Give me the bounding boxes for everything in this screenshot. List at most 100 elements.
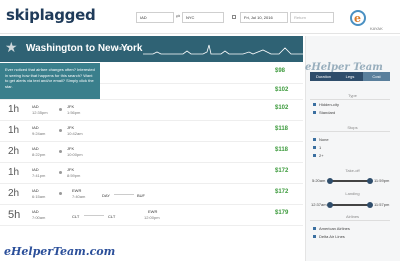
flight-duration: 2h (8, 146, 20, 157)
flight-row[interactable]: 2h IAD 6:15am EWR 7:40am DAY BUF $172 (0, 184, 303, 205)
flight-price[interactable]: $172 (275, 189, 288, 195)
provider-label: KAYAK (370, 26, 383, 31)
stops-one-label: 1 (319, 145, 322, 150)
arrival-time: 1:56pm (67, 110, 81, 115)
stops-none-checkbox[interactable] (313, 138, 316, 141)
route-dot-icon (59, 171, 62, 174)
tab-duration[interactable]: Duration (310, 72, 337, 81)
departure-time: 7:00am (32, 215, 46, 220)
tab-cost[interactable]: Cost (363, 72, 390, 81)
tab-legs[interactable]: Legs (337, 72, 363, 81)
flight-row[interactable]: 5h IAD 7:00am CLT CLT EWR 12:00pm $179 (0, 205, 303, 226)
flight-duration: 2h (8, 188, 20, 199)
route-dot-icon (59, 192, 62, 195)
layover-airport: CLT (108, 214, 116, 219)
stops-two-plus-label: 2+ (319, 153, 324, 158)
sort-tabs: Duration Legs Cost (310, 72, 390, 81)
departure-airport: IAD (32, 167, 39, 172)
flight-price[interactable]: $98 (275, 68, 285, 74)
stops-one-checkbox[interactable] (313, 146, 316, 149)
flight-duration: 1h (8, 125, 20, 136)
departure-airport: IAD (32, 146, 39, 151)
route-dot-icon (59, 108, 62, 111)
flight-price[interactable]: $102 (275, 105, 288, 111)
takeoff-max-handle[interactable] (367, 178, 373, 184)
flight-row[interactable]: 2h IAD 8:22pm JFK 10:00pm $118 (0, 142, 303, 163)
delta-label: Delta Air Lines (319, 234, 345, 239)
return-date-input[interactable]: Return (290, 12, 334, 23)
takeoff-slider[interactable] (328, 180, 371, 182)
arrival-time: 10:42am (67, 131, 83, 136)
brand-logo-icon: e (348, 9, 368, 27)
landing-section-label: Landing (345, 191, 360, 196)
delta-checkbox[interactable] (313, 235, 316, 238)
american-airlines-label: American Airlines (319, 226, 350, 231)
layover-line (84, 215, 104, 216)
takeoff-min-handle[interactable] (327, 178, 333, 184)
departure-airport: IAD (32, 209, 39, 214)
flight-price[interactable]: $172 (275, 168, 288, 174)
swap-icon[interactable]: ⇄ (175, 13, 181, 22)
arrival-airport: EWR (148, 209, 158, 214)
route-dot-icon (59, 129, 62, 132)
standard-checkbox[interactable] (313, 111, 316, 114)
airlines-section-label: Airlines (345, 214, 360, 219)
depart-date-input[interactable]: Fri, Jul 10, 2016 (240, 12, 288, 23)
arrival-time: 7:40am (72, 194, 86, 199)
arrival-airport: JFK (67, 167, 75, 172)
type-section-label: Type (348, 93, 357, 98)
divider (310, 220, 390, 221)
stops-none-label: None (319, 137, 329, 142)
landing-max-handle[interactable] (367, 202, 373, 208)
arrival-airport: JFK (67, 125, 75, 130)
flight-price[interactable]: $179 (275, 210, 288, 216)
landing-min-handle[interactable] (327, 202, 333, 208)
flight-duration: 5h (8, 209, 21, 221)
american-airlines-checkbox[interactable] (313, 227, 316, 230)
flight-duration: 1h (8, 104, 20, 115)
hidden-city-checkbox[interactable] (313, 103, 316, 106)
takeoff-min-value: 5:20am (312, 178, 326, 183)
layover-airport: CLT (72, 214, 80, 219)
destination-input[interactable]: NYC (182, 12, 224, 23)
route-dot-icon (59, 150, 62, 153)
arrival-time: 8:59pm (67, 173, 81, 178)
arrival-time: 10:00pm (67, 152, 83, 157)
landing-max-value: 11:57pm (374, 202, 390, 207)
watermark-top: eHelper Team (305, 62, 383, 73)
flight-price[interactable]: $118 (275, 126, 288, 132)
svg-text:e: e (354, 12, 361, 25)
layover-line (114, 194, 134, 195)
route-date: Jul 10 (116, 46, 130, 52)
star-icon[interactable]: ★ (5, 39, 18, 56)
flight-row[interactable]: 1h IAD 12:35pm JFK 1:56pm $102 (0, 100, 303, 121)
departure-time: 6:15am (32, 194, 46, 199)
departure-time: 9:24am (32, 131, 46, 136)
hidden-city-label: Hidden-city (319, 102, 340, 107)
flight-price[interactable]: $118 (275, 147, 288, 153)
flight-row[interactable]: 1h IAD 9:24am JFK 10:42am $118 (0, 121, 303, 142)
skiplagged-logo[interactable]: skiplagged (6, 6, 96, 24)
top-bar: skiplagged IAD ⇄ NYC Fri, Jul 10, 2016 R… (0, 0, 400, 34)
flight-row[interactable]: 1h IAD 7:41pm JFK 8:59pm $172 (0, 163, 303, 184)
watermark-bottom: eHelperTeam.com (4, 245, 116, 258)
takeoff-max-value: 11:59pm (374, 178, 390, 183)
price-alert-tooltip: Ever noticed that airfare changes often?… (0, 63, 100, 99)
flight-price[interactable]: $102 (275, 87, 288, 93)
divider (310, 131, 390, 132)
calendar-icon (232, 15, 236, 19)
landing-slider[interactable] (328, 204, 371, 206)
stops-section-label: Stops (347, 125, 358, 130)
departure-time: 12:35pm (32, 110, 48, 115)
standard-label: Standard (319, 110, 336, 115)
layover-airport: DAY (102, 193, 110, 198)
arrival-airport: EWR (72, 188, 82, 193)
takeoff-section-label: Take-off (345, 168, 360, 173)
departure-airport: IAD (32, 104, 39, 109)
origin-input[interactable]: IAD (136, 12, 174, 23)
stops-two-plus-checkbox[interactable] (313, 154, 316, 157)
arrival-time: 12:00pm (144, 215, 160, 220)
flight-duration: 1h (8, 167, 20, 178)
departure-airport: IAD (32, 125, 39, 130)
price-history-graph (143, 44, 303, 55)
